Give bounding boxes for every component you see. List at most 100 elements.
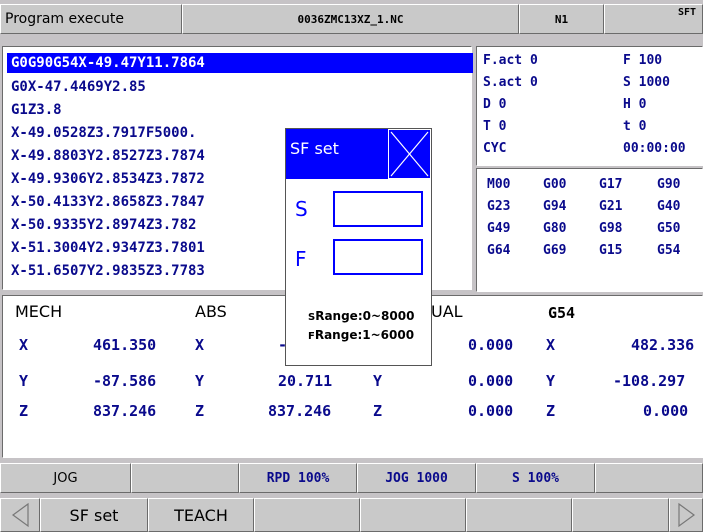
feed-label: F (295, 247, 307, 271)
residual-header: UAL (431, 302, 463, 321)
feed-actual: F.act 0 (483, 53, 538, 68)
abs-y-value: 20.711 (278, 372, 333, 390)
softkey-empty[interactable] (360, 498, 466, 532)
modal-code: G50 (657, 221, 681, 236)
feed-command: F 100 (623, 53, 663, 68)
work-axis-label: Z (546, 402, 556, 420)
softkey-sf-set-button[interactable]: SF set (40, 498, 148, 532)
spindle-label: S (295, 197, 308, 221)
work-axis-label: X (546, 336, 556, 354)
dialog-close-button[interactable] (388, 129, 431, 179)
program-line[interactable]: X-49.0528Z3.7917F5000. (11, 123, 196, 143)
mech-x-value: 461.350 (93, 336, 157, 354)
program-line[interactable]: X-51.6507Y2.9835Z3.7783 (11, 261, 205, 281)
program-line[interactable]: X-51.3004Y2.9347Z3.7801 (11, 238, 205, 258)
modal-code: G94 (543, 199, 567, 214)
softkey-empty[interactable] (254, 498, 360, 532)
residual-z-value: 0.000 (468, 402, 514, 420)
sf-set-dialog: SF set S F SRange:0~8000 FRange:1~6000 (285, 128, 432, 366)
dialog-title: SF set (286, 129, 388, 179)
status-row: S.act 0 S 1000 (483, 73, 703, 93)
residual-axis-label: Y (373, 372, 383, 390)
spindle-command: S 1000 (623, 75, 670, 90)
status-row: D 0 H 0 (483, 95, 703, 115)
jog-feed: JOG 1000 (357, 463, 476, 493)
spindle-override: S 100% (476, 463, 595, 493)
residual-axis-label: Z (373, 402, 383, 420)
feed-range-text: Range:1~6000 (314, 328, 415, 342)
mech-axis-label: Z (19, 402, 29, 420)
chevron-left-icon (11, 502, 29, 528)
program-line[interactable]: X-50.4133Y2.8658Z3.7847 (11, 192, 205, 212)
softkey-empty[interactable] (466, 498, 572, 532)
work-axis-label: Y (546, 372, 556, 390)
program-line-current[interactable]: G0G90G54X-49.47Y11.7864 (7, 53, 473, 73)
feed-input[interactable] (333, 239, 423, 275)
residual-x-value: 0.000 (468, 336, 514, 354)
modal-code: G00 (543, 177, 567, 192)
modal-code: G69 (543, 243, 567, 258)
modal-code: M00 (487, 177, 511, 192)
mech-y-value: -87.586 (93, 372, 157, 390)
h-offset: H 0 (623, 97, 647, 112)
modal-code: G80 (543, 221, 567, 236)
d-offset: D 0 (483, 97, 507, 112)
program-line[interactable]: X-50.9335Y2.8974Z3.782 (11, 215, 196, 235)
softkey-empty[interactable] (572, 498, 669, 532)
channel-indicator: N1 (519, 4, 604, 34)
modal-code: G17 (599, 177, 623, 192)
chevron-right-icon (678, 502, 696, 528)
close-icon (390, 131, 429, 177)
work-z-value: 0.000 (643, 402, 689, 420)
tool-t: t 0 (623, 119, 647, 134)
abs-axis-label: Y (195, 372, 205, 390)
program-filename: 0036ZMC13XZ_1.NC (182, 4, 519, 34)
cycle-time: 00:00:00 (623, 141, 686, 156)
work-offset-header: G54 (548, 304, 576, 322)
modal-code: G90 (657, 177, 681, 192)
spindle-range-text: Range:0~8000 (315, 309, 415, 323)
mech-z-value: 837.246 (93, 402, 157, 420)
program-line[interactable]: X-49.9306Y2.8534Z3.7872 (11, 169, 205, 189)
abs-axis-label: X (195, 336, 205, 354)
modal-code: G54 (657, 243, 681, 258)
status-row: F.act 0 F 100 (483, 51, 703, 71)
modal-code: G21 (599, 199, 623, 214)
feed-range: FRange:1~6000 (308, 328, 414, 342)
abs-axis-label: Z (195, 402, 205, 420)
statusbar-empty (131, 463, 239, 493)
statusbar-empty (595, 463, 703, 493)
modal-gcodes-panel: M00 G00 G17 G90 G23 G94 G21 G40 G49 G80 … (476, 168, 703, 292)
modal-code: G23 (487, 199, 511, 214)
operation-mode: JOG (0, 463, 131, 493)
abs-z-value: 837.246 (268, 402, 332, 420)
softkey-teach-button[interactable]: TEACH (148, 498, 254, 532)
mech-axis-label: X (19, 336, 29, 354)
softkey-next-button[interactable] (669, 498, 703, 532)
modal-code: G40 (657, 199, 681, 214)
modal-code: G98 (599, 221, 623, 236)
spindle-range: SRange:0~8000 (308, 309, 414, 323)
program-line[interactable]: G0X-47.4469Y2.85 (11, 77, 146, 97)
abs-header: ABS (195, 302, 227, 321)
spindle-actual: S.act 0 (483, 75, 538, 90)
mode-indicator: SFT (604, 4, 703, 34)
window-title: Program execute (0, 4, 182, 34)
program-line[interactable]: X-49.8803Y2.8527Z3.7874 (11, 146, 205, 166)
spindle-input[interactable] (333, 191, 423, 227)
feed-range-prefix: F (308, 331, 315, 342)
work-y-value: -108.297 (613, 372, 686, 390)
status-row: CYC 00:00:00 (483, 139, 703, 159)
mech-axis-label: Y (19, 372, 29, 390)
machine-status-panel: F.act 0 F 100 S.act 0 S 1000 D 0 H 0 T 0 t 0… (476, 46, 703, 166)
softkey-prev-button[interactable] (0, 498, 40, 532)
status-row: T 0 t 0 (483, 117, 703, 137)
residual-y-value: 0.000 (468, 372, 514, 390)
tool-number: T 0 (483, 119, 507, 134)
rapid-override: RPD 100% (239, 463, 357, 493)
work-x-value: 482.336 (631, 336, 695, 354)
mech-header: MECH (15, 302, 63, 321)
modal-code: G64 (487, 243, 511, 258)
program-line[interactable]: G1Z3.8 (11, 100, 62, 120)
modal-code: G49 (487, 221, 511, 236)
